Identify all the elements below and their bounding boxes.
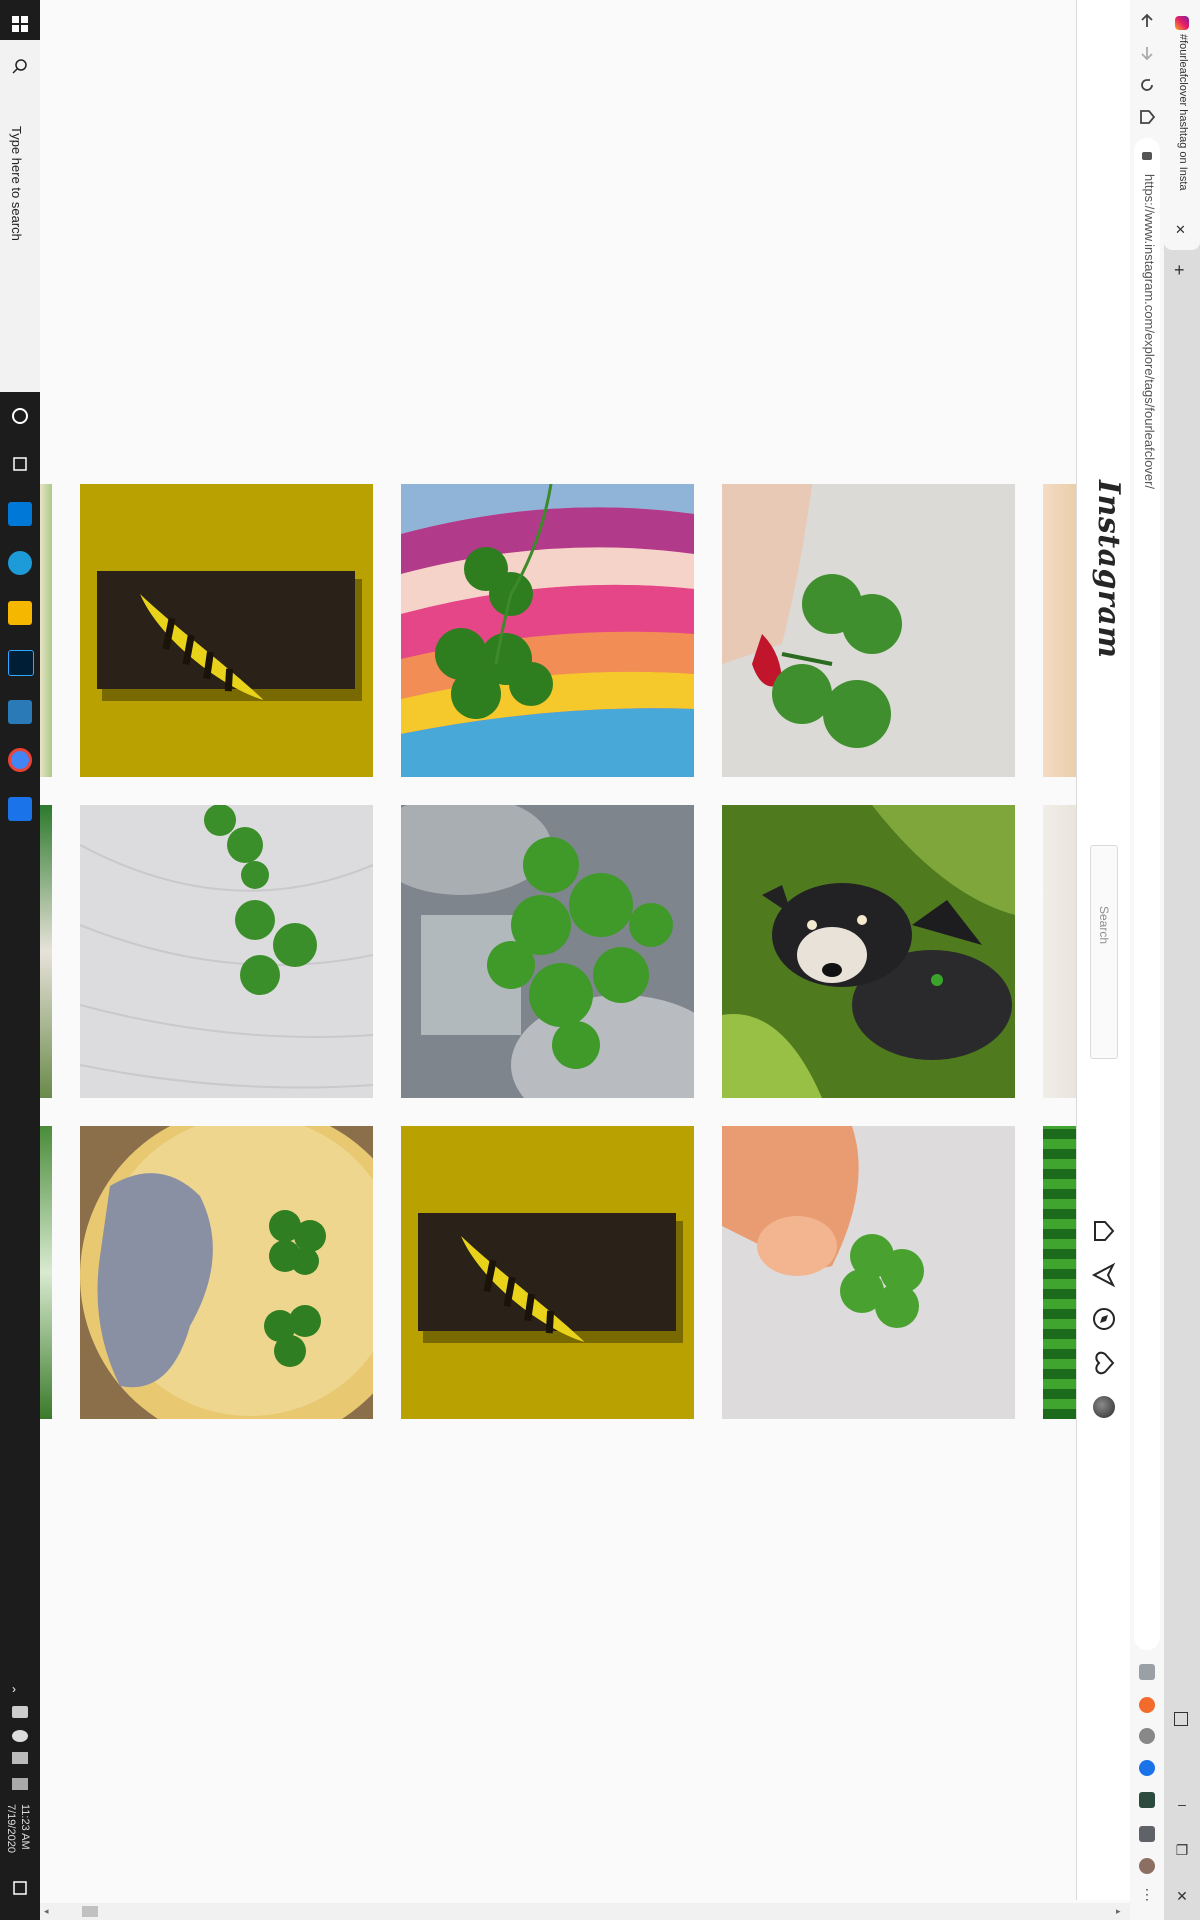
task-view-icon[interactable] — [8, 452, 32, 476]
file-explorer-icon[interactable] — [8, 601, 32, 625]
cortana-icon[interactable] — [8, 404, 32, 428]
post-peek-right-3[interactable] — [1043, 1126, 1076, 1419]
post-dog-in-grass[interactable] — [722, 805, 1015, 1098]
minimize-icon[interactable]: – — [1174, 1796, 1190, 1812]
extension-icon[interactable] — [1139, 1792, 1155, 1808]
onedrive-icon[interactable] — [12, 1730, 28, 1742]
chrome-browser-icon[interactable] — [8, 748, 32, 772]
post-clover-on-stripes[interactable] — [401, 484, 694, 777]
windows-start-icon[interactable] — [8, 12, 32, 36]
pen-icon[interactable] — [12, 1778, 28, 1790]
post-peek-left-1[interactable] — [40, 484, 52, 777]
window-layout-icon[interactable] — [1174, 1712, 1188, 1726]
extension-icon[interactable] — [1139, 1728, 1155, 1744]
post-peek-left-3[interactable] — [40, 1126, 52, 1419]
post-clover-fingers[interactable] — [722, 1126, 1015, 1419]
extension-icon[interactable] — [1139, 1760, 1155, 1776]
menu-icon[interactable]: ⋮ — [1139, 1887, 1155, 1904]
instagram-favicon-icon — [1175, 16, 1189, 30]
post-clover-in-hand[interactable] — [722, 484, 1015, 777]
scroll-right-arrow-icon[interactable]: ▸ — [1116, 1906, 1121, 1917]
instagram-navbar: Instagram Search — [1076, 0, 1131, 1900]
tab-instagram[interactable]: #fourleafclover hashtag on Insta ✕ — [1164, 0, 1200, 250]
activity-heart-icon[interactable] — [1091, 1350, 1117, 1376]
direct-message-icon[interactable] — [1091, 1262, 1117, 1288]
close-tab-icon[interactable]: ✕ — [1175, 222, 1186, 238]
tab-title: #fourleafclover hashtag on Insta — [1177, 34, 1189, 191]
extension-icon[interactable] — [1139, 1697, 1155, 1713]
post-clovers-on-wood[interactable] — [80, 805, 373, 1098]
taskbar-search-placeholder: Type here to search — [9, 126, 24, 241]
browser-toolbar: https://www.instagram.com/explore/tags/f… — [1130, 0, 1164, 1920]
dropbox-icon[interactable] — [12, 1752, 28, 1764]
post-peek-left-2[interactable] — [40, 805, 52, 1098]
home-icon[interactable] — [1138, 108, 1156, 126]
notification-icon[interactable] — [8, 1876, 32, 1900]
post-feather-leaf-1[interactable] — [80, 484, 373, 777]
taskbar-search-box[interactable]: Type here to search — [0, 40, 40, 392]
search-icon — [8, 54, 32, 78]
home-icon[interactable] — [1091, 1218, 1117, 1244]
clock-date: 7/19/2020 — [5, 1804, 17, 1853]
scroll-left-arrow-icon[interactable]: ◂ — [44, 1906, 49, 1917]
scrollbar-thumb[interactable] — [82, 1906, 98, 1917]
reload-icon[interactable] — [1138, 76, 1156, 94]
profile-avatar[interactable] — [1093, 1396, 1115, 1418]
explore-tag-grid — [40, 0, 1076, 1920]
settings-app-icon[interactable] — [8, 797, 32, 821]
back-arrow-icon[interactable] — [1138, 12, 1156, 30]
lock-icon[interactable] — [1142, 152, 1152, 160]
restore-icon[interactable]: ❐ — [1174, 1842, 1190, 1858]
post-peek-right-1[interactable] — [1043, 484, 1076, 777]
edge-browser-icon[interactable] — [8, 551, 32, 575]
new-tab-icon[interactable]: + — [1174, 260, 1185, 281]
windows-taskbar: Type here to search › 11:23 AM 7/19/2020 — [0, 0, 40, 1920]
horizontal-scrollbar[interactable]: ◂ ▸ — [40, 1903, 1130, 1920]
extension-icon[interactable] — [1139, 1664, 1155, 1680]
instagram-logo[interactable]: Instagram — [1091, 480, 1126, 659]
forward-arrow-icon[interactable] — [1138, 44, 1156, 62]
instagram-search-placeholder: Search — [1097, 906, 1111, 945]
clock-time: 11:23 AM — [19, 1804, 31, 1850]
instagram-search-input[interactable]: Search — [1090, 845, 1118, 1059]
tray-chevron-icon[interactable]: › — [12, 1682, 28, 1696]
post-clover-bouquet[interactable] — [401, 805, 694, 1098]
photoshop-icon[interactable] — [8, 650, 34, 676]
store-app-icon[interactable] — [8, 502, 32, 526]
taskbar-clock[interactable]: 11:23 AM 7/19/2020 — [4, 1804, 32, 1853]
post-peek-right-2[interactable] — [1043, 805, 1076, 1098]
puzzle-icon[interactable] — [1139, 1826, 1155, 1842]
volume-icon[interactable] — [12, 1706, 28, 1718]
address-bar[interactable]: https://www.instagram.com/explore/tags/f… — [1134, 138, 1160, 1650]
post-grapefruit-clover[interactable] — [80, 1126, 373, 1419]
profile-icon[interactable] — [1139, 1858, 1155, 1874]
post-feather-leaf-2[interactable] — [401, 1126, 694, 1419]
explore-compass-icon[interactable] — [1091, 1306, 1117, 1332]
url-text: https://www.instagram.com/explore/tags/f… — [1142, 174, 1157, 490]
browser-tab-strip: #fourleafclover hashtag on Insta ✕ + – ❐… — [1164, 0, 1200, 1920]
app-icon[interactable] — [8, 700, 32, 724]
close-window-icon[interactable]: ✕ — [1174, 1888, 1190, 1904]
